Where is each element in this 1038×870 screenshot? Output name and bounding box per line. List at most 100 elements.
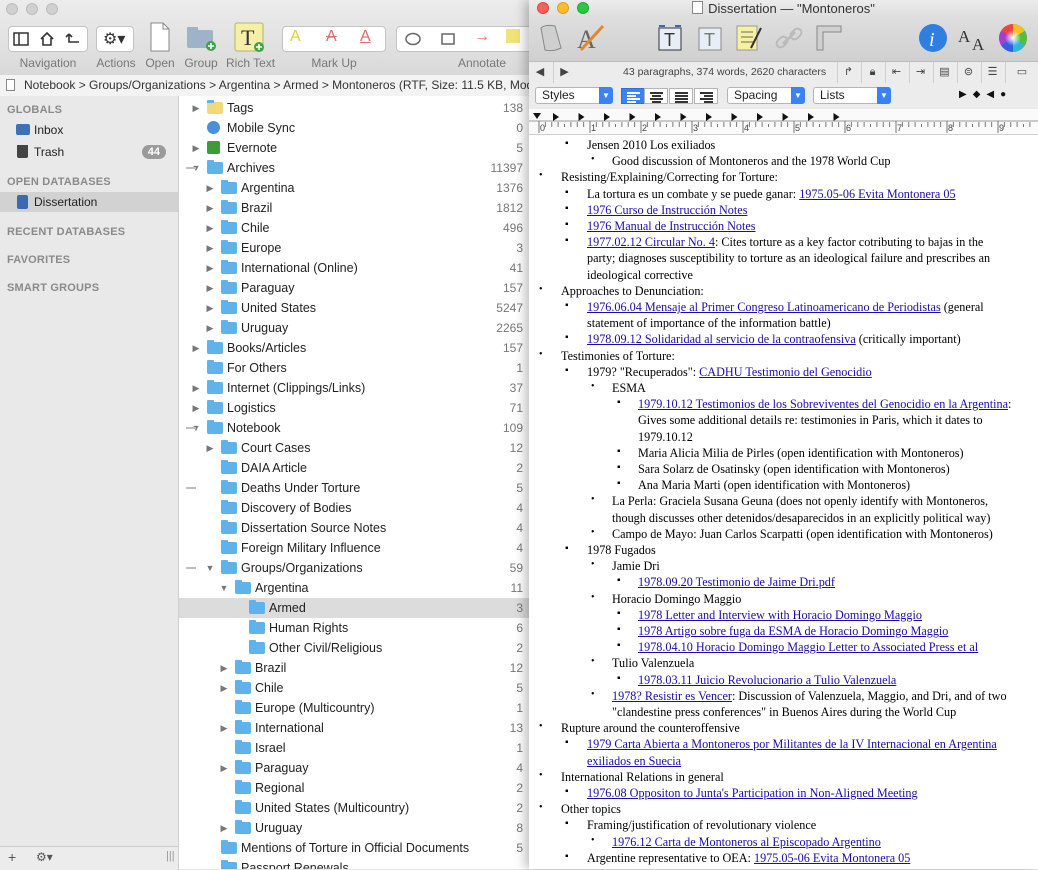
ruler-corner-icon[interactable] [813,22,845,54]
tab-stop-marker-icon[interactable] [782,113,789,121]
list-view-icon[interactable]: ☰ [981,62,1003,83]
tree-row[interactable]: Regional 2 [179,778,529,798]
lists-dropdown[interactable]: Lists ▼ [813,87,891,104]
tab-stop-marker-icon[interactable] [808,113,814,121]
tree-row[interactable]: Mobile Sync 0 [179,118,529,138]
tree-row[interactable]: For Others 1 [179,358,529,378]
tree-row[interactable]: Deaths Under Torture 5 [179,478,529,498]
tab-stop-marker-icon[interactable] [757,113,763,121]
disclosure-closed-icon[interactable]: ▶ [205,218,215,238]
rectangle-icon[interactable] [440,32,456,46]
disclosure-closed-icon[interactable]: ▶ [191,338,201,358]
disclosure-closed-icon[interactable]: ▶ [205,438,215,458]
sidebar-item-trash[interactable]: Trash 44 [0,142,178,162]
pill-view-icon[interactable]: ▭ [1005,62,1038,83]
tree-row[interactable]: Human Rights 6 [179,618,529,638]
item-link[interactable]: 1975.05-06 Evita Montonera 05 [754,851,910,865]
align-justify-button[interactable] [669,88,693,104]
tab-stop-icons[interactable]: ▶◆◀● [959,89,1012,100]
disclosure-closed-icon[interactable]: ▶ [205,318,215,338]
font-size-icon[interactable]: AA [957,22,989,54]
disclosure-closed-icon[interactable]: ▶ [219,678,229,698]
item-link[interactable]: 1977.02.12 Circular No. 4 [587,235,715,249]
gear-menu-icon[interactable]: ⚙▾ [36,850,53,864]
disclosure-open-icon[interactable]: ▼ [205,558,215,578]
tab-stop-marker-icon[interactable] [833,113,840,121]
sidebar-item-inbox[interactable]: Inbox [0,120,178,140]
minimize-window-button[interactable] [26,3,38,15]
item-link[interactable]: 1978.09.20 Testimonio de Jaime Dri.pdf [638,575,835,589]
item-link[interactable]: 1976 Curso de Instrucción Notes [587,203,747,217]
tree-row[interactable]: ▶ Paraguay 157 [179,278,529,298]
tree-row[interactable]: DAIA Article 2 [179,458,529,478]
disclosure-closed-icon[interactable]: ▶ [205,298,215,318]
text-style-icon[interactable]: T [695,22,727,54]
tree-row[interactable]: ▶ Brazil 12 [179,658,529,678]
disclosure-closed-icon[interactable]: ▶ [205,278,215,298]
item-link[interactable]: 1979 Carta Abierta a Montoneros por Mili… [587,737,997,751]
text-frame-icon[interactable]: T [655,22,687,54]
disclosure-closed-icon[interactable]: ▶ [191,98,201,118]
item-link[interactable]: exiliados en Suecia [587,754,681,768]
note-list-icon[interactable] [733,22,765,54]
tree-row[interactable]: ▶ Argentina 1376 [179,178,529,198]
item-link[interactable]: 1976.06.04 Mensaje al Primer Congreso La… [587,300,941,314]
tree-row[interactable]: ▼ Groups/Organizations 59 [179,558,529,578]
sidebar-toggle-icon[interactable] [12,30,30,48]
tab-stop-marker-icon[interactable] [578,113,585,121]
tree-row[interactable]: ▶ United States 5247 [179,298,529,318]
item-link[interactable]: 1978 Letter and Interview with Horacio D… [638,608,922,622]
tree-row[interactable]: Foreign Military Influence 4 [179,538,529,558]
item-link[interactable]: 1978 Artigo sobre fuga da ESMA de Horaci… [638,624,948,638]
tree-row[interactable]: ▶ Chile 496 [179,218,529,238]
ruler[interactable]: 0 1 2 3 4 5 6 7 8 9 [529,109,1038,135]
zoom-button[interactable] [577,2,589,14]
tab-stop-marker-icon[interactable] [553,113,559,121]
tab-stop-marker-icon[interactable] [731,113,738,121]
item-link[interactable]: 1975.05-06 Evita Montonera 05 [799,187,955,201]
item-link[interactable]: 1979.10.12 Testimonios de los Sobreviven… [638,397,1008,411]
tree-row[interactable]: ▶ International 13 [179,718,529,738]
lock-icon[interactable]: 🔒︎ [861,62,883,83]
close-window-button[interactable] [6,3,18,15]
group-button[interactable]: Group [183,22,219,74]
indent-marker-icon[interactable] [533,113,541,119]
script-icon[interactable] [535,22,567,54]
disclosure-closed-icon[interactable]: ▶ [219,658,229,678]
tree-row[interactable]: Armed 3 [179,598,529,618]
link-icon[interactable] [773,22,805,54]
resize-handle-icon[interactable]: ||| [166,850,175,862]
item-link[interactable]: 1976.12 Carta de Montoneros al Episcopad… [612,835,881,849]
tab-stop-marker-icon[interactable] [655,113,661,121]
tree-row[interactable]: ▼Archives11397 [179,158,529,178]
zoom-window-button[interactable] [46,3,58,15]
align-left-button[interactable] [621,88,645,104]
tree-row[interactable]: ▶ Chile 5 [179,678,529,698]
tree-row[interactable]: ▶ Logistics 71 [179,398,529,418]
disclosure-closed-icon[interactable]: ▶ [205,198,215,218]
tree-row[interactable]: ▶ Europe 3 [179,238,529,258]
tree-row[interactable]: ▶ Court Cases 12 [179,438,529,458]
item-link[interactable]: 1978.04.10 Horacio Domingo Maggio Letter… [638,640,978,654]
tab-stop-marker-icon[interactable] [706,113,712,121]
tree-row[interactable]: United States (Multicountry) 2 [179,798,529,818]
arrow-icon[interactable]: → [474,28,490,46]
tree-row[interactable]: ▼ Argentina 11 [179,578,529,598]
tree-row[interactable]: Other Civil/Religious 2 [179,638,529,658]
align-center-button[interactable] [644,88,668,104]
align-right-button[interactable] [694,88,718,104]
forward-arrow-icon[interactable]: ▶ [553,62,575,83]
favorites-header[interactable]: FAVORITES [7,254,70,266]
info-icon[interactable]: i [917,22,949,54]
disclosure-closed-icon[interactable]: ▶ [219,818,229,838]
disclosure-open-icon[interactable]: ▼ [219,578,229,598]
tree-row[interactable]: ▶ International (Online) 41 [179,258,529,278]
disclosure-closed-icon[interactable]: ▶ [205,258,215,278]
tree-row[interactable]: Israel 1 [179,738,529,758]
highlight-icon[interactable]: A [290,28,301,46]
tree-row[interactable]: ▶ Uruguay 8 [179,818,529,838]
share-icon[interactable]: ↱ [837,62,859,83]
oval-icon[interactable] [404,32,422,46]
tree-row[interactable]: ▶ Books/Articles 157 [179,338,529,358]
tab-stop-marker-icon[interactable] [680,113,687,121]
